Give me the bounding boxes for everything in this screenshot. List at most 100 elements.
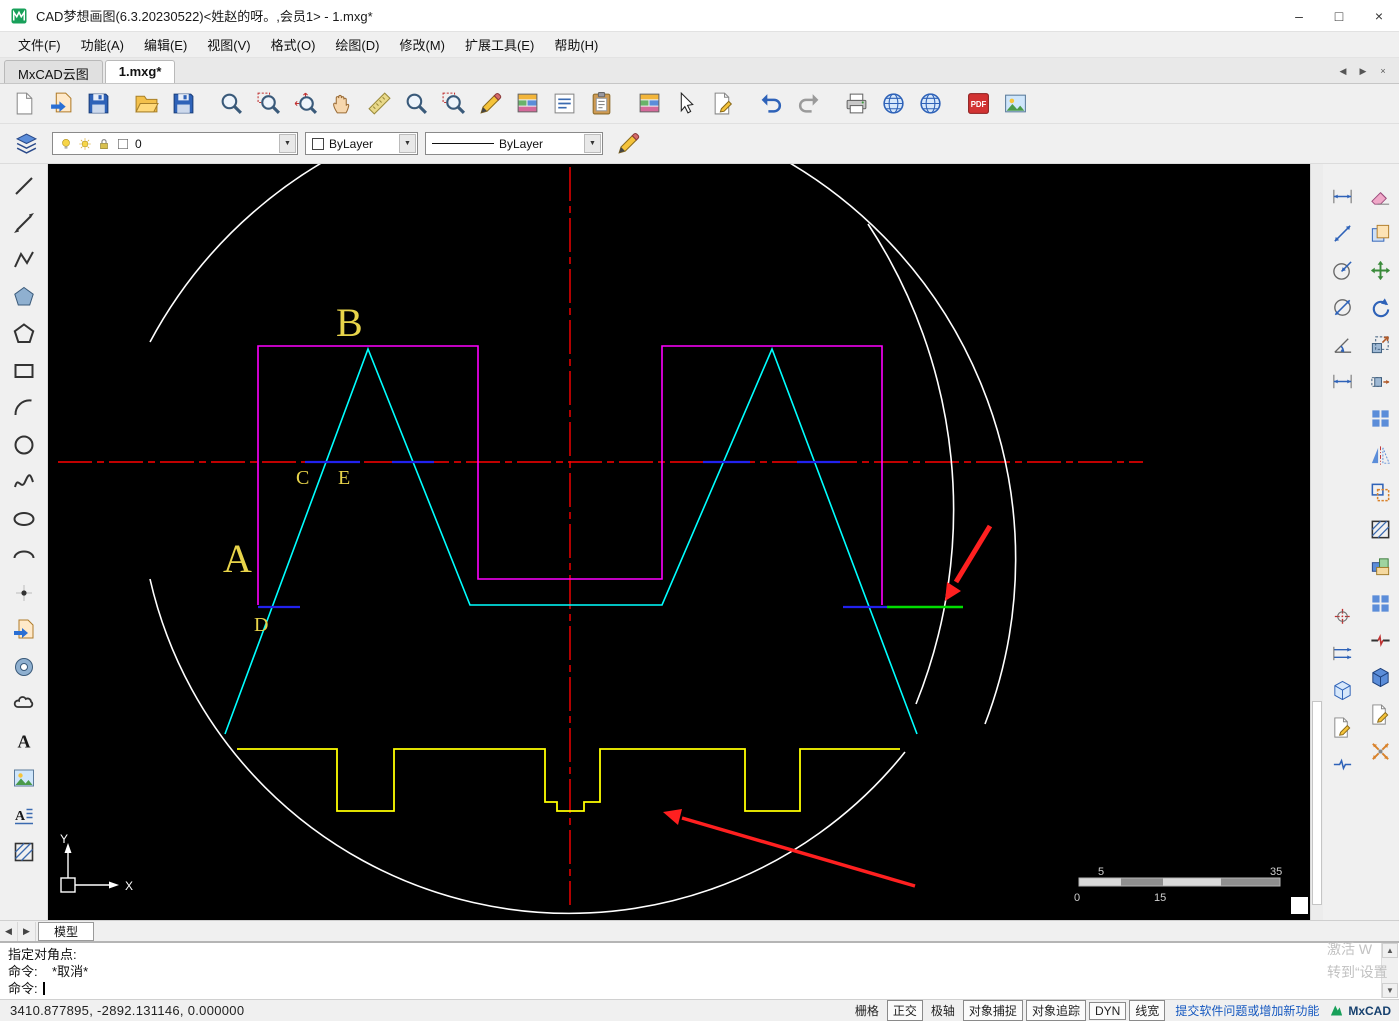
dim-break-button[interactable] [1326,748,1358,780]
label-d[interactable]: D [254,614,268,636]
maximize-button[interactable]: □ [1319,0,1359,32]
canvas-vscrollbar[interactable] [1310,164,1323,920]
solid-3d-button[interactable] [1364,661,1396,693]
donut-button[interactable] [6,650,42,684]
dim-continue-button[interactable] [1326,637,1358,669]
open-website-button[interactable] [912,87,949,121]
menu-modify[interactable]: 修改(M) [389,32,455,57]
array-button[interactable] [1364,402,1396,434]
status-toggle-polar[interactable]: 极轴 [926,1001,960,1020]
model-tab[interactable]: 模型 [38,921,95,941]
linetype-dropdown-arrow-icon[interactable]: ▼ [584,134,601,153]
view-cube-button[interactable] [1326,674,1358,706]
minimize-button[interactable]: – [1279,0,1319,32]
menu-function[interactable]: 功能(A) [71,32,134,57]
menu-draw[interactable]: 绘图(D) [325,32,389,57]
dim-style-button[interactable] [1326,711,1358,743]
command-scroll-down-icon[interactable]: ▼ [1382,983,1398,998]
paste-clipboard-button[interactable] [583,87,620,121]
move-button[interactable] [1364,254,1396,286]
text-style-button[interactable] [546,87,583,121]
tab-next-button[interactable]: ▶ [1355,63,1371,79]
menu-format[interactable]: 格式(O) [261,32,326,57]
mtext-button[interactable] [6,798,42,832]
label-e[interactable]: E [338,467,350,489]
polyline-button[interactable] [6,243,42,277]
menu-edit[interactable]: 编辑(E) [134,32,197,57]
dim-aligned-button[interactable] [1326,217,1358,249]
command-panel[interactable]: 指定对角点: 命令: *取消* 命令: [0,941,1399,999]
label-b[interactable]: B [336,300,363,345]
layer-select[interactable]: 0 ▼ [52,132,298,155]
vscroll-thumb[interactable] [1312,700,1322,905]
dim-radius-button[interactable] [1326,254,1358,286]
menu-extended-tools[interactable]: 扩展工具(E) [455,32,544,57]
menu-help[interactable]: 帮助(H) [544,32,608,57]
image-button[interactable] [6,761,42,795]
scale-button[interactable] [1364,328,1396,360]
layer-manager-button[interactable] [631,87,668,121]
line-button[interactable] [6,169,42,203]
hatch-button[interactable] [6,835,42,869]
label-a[interactable]: A [223,536,252,581]
undo-button[interactable] [753,87,790,121]
tab-drawing-1[interactable]: 1.mxg* [104,60,176,83]
status-toggle-lineweight[interactable]: 线宽 [1129,1000,1166,1021]
feedback-link[interactable]: 提交软件问题或增加新功能 [1175,1002,1319,1019]
outer-circle-top-arc[interactable] [149,164,1017,725]
quick-select-button[interactable] [668,87,705,121]
dim-linear-button[interactable] [1326,180,1358,212]
status-toggle-grid[interactable]: 栅格 [850,1001,884,1020]
open-drawing-button[interactable] [43,87,80,121]
print-button[interactable] [838,87,875,121]
spline-button[interactable] [6,465,42,499]
ellipse-arc-button[interactable] [6,539,42,573]
status-toggle-dyn[interactable]: DYN [1088,1001,1127,1020]
dim-rotated-button[interactable] [1326,365,1358,397]
redo-button[interactable] [790,87,827,121]
drawing-viewport[interactable]: B A C E D Y X 5 35 0 15 [48,164,1310,920]
command-prompt-line[interactable]: 命令: [8,980,1391,997]
rotate-button[interactable] [1364,291,1396,323]
tab-prev-button[interactable]: ◀ [1335,63,1351,79]
construction-line-button[interactable] [6,206,42,240]
yellow-bottom-profile[interactable] [237,748,900,812]
status-toggle-ortho[interactable]: 正交 [886,1000,923,1021]
layer-properties-button[interactable] [8,127,45,161]
create-block-button[interactable] [1364,550,1396,582]
zoom-window-button[interactable] [250,87,287,121]
mirror-button[interactable] [1364,439,1396,471]
copy-button[interactable] [1364,217,1396,249]
close-button[interactable]: × [1359,0,1399,32]
revision-cloud-button[interactable] [6,687,42,721]
offset-button[interactable] [1364,476,1396,508]
polygon-button[interactable] [6,280,42,314]
save-button[interactable] [80,87,117,121]
zoom-previous-button[interactable] [213,87,250,121]
hatch-edit-button[interactable] [1364,513,1396,545]
status-toggle-osnap[interactable]: 对象捕捉 [962,1000,1023,1021]
edit-attributes-button[interactable] [705,87,742,121]
pan-button[interactable] [324,87,361,121]
erase-button[interactable] [1364,180,1396,212]
layer-dropdown-arrow-icon[interactable]: ▼ [279,134,296,153]
text-button[interactable] [6,724,42,758]
menu-file[interactable]: 文件(F) [8,32,71,57]
table-style-button[interactable] [509,87,546,121]
insert-block-button[interactable] [6,613,42,647]
cyan-tooth-flanks[interactable] [224,346,918,735]
annotation-arrow-2[interactable] [663,809,916,888]
command-scrollbar[interactable]: ▲ ▼ [1381,943,1398,998]
save-as-button[interactable] [165,87,202,121]
layout-prev-button[interactable]: ◀ [0,921,18,941]
export-image-button[interactable] [997,87,1034,121]
menu-view[interactable]: 视图(V) [197,32,260,57]
break-button[interactable] [1364,624,1396,656]
dim-diameter-button[interactable] [1326,291,1358,323]
explode-button[interactable] [1364,735,1396,767]
ellipse-button[interactable] [6,502,42,536]
new-file-button[interactable] [6,87,43,121]
zoom-dynamic-button[interactable] [398,87,435,121]
canvas-area[interactable]: B A C E D Y X 5 35 0 15 [48,164,1310,920]
command-scroll-up-icon[interactable]: ▲ [1382,943,1398,958]
